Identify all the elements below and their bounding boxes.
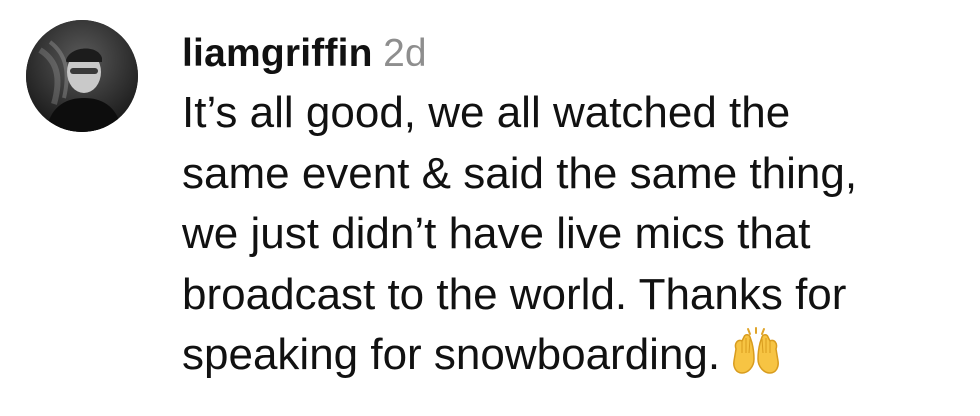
username-link[interactable]: liamgriffin [182,32,373,75]
comment-text-line: broadcast to the world. Thanks for [182,269,847,319]
profile-photo [26,20,138,132]
comment-text-line: speaking for snowboarding. [182,330,721,379]
comment-text: It’s all good, we all watched the same e… [182,83,962,386]
comment-text-line: we just didn’t have live mics that [182,209,811,258]
timestamp[interactable]: 2d [383,32,426,75]
comment-body: liamgriffin 2d It’s all good, we all wat… [182,26,962,386]
comment-text-line: It’s all good, we all watched the [182,88,791,137]
comment-text-line-last: speaking for snowboarding. [182,325,962,386]
avatar[interactable] [26,20,138,132]
comment: liamgriffin 2d It’s all good, we all wat… [0,0,980,416]
comment-header: liamgriffin 2d [182,26,962,82]
comment-text-line: same event & said the same thing, [182,148,858,198]
raising-hands-icon [730,327,782,375]
